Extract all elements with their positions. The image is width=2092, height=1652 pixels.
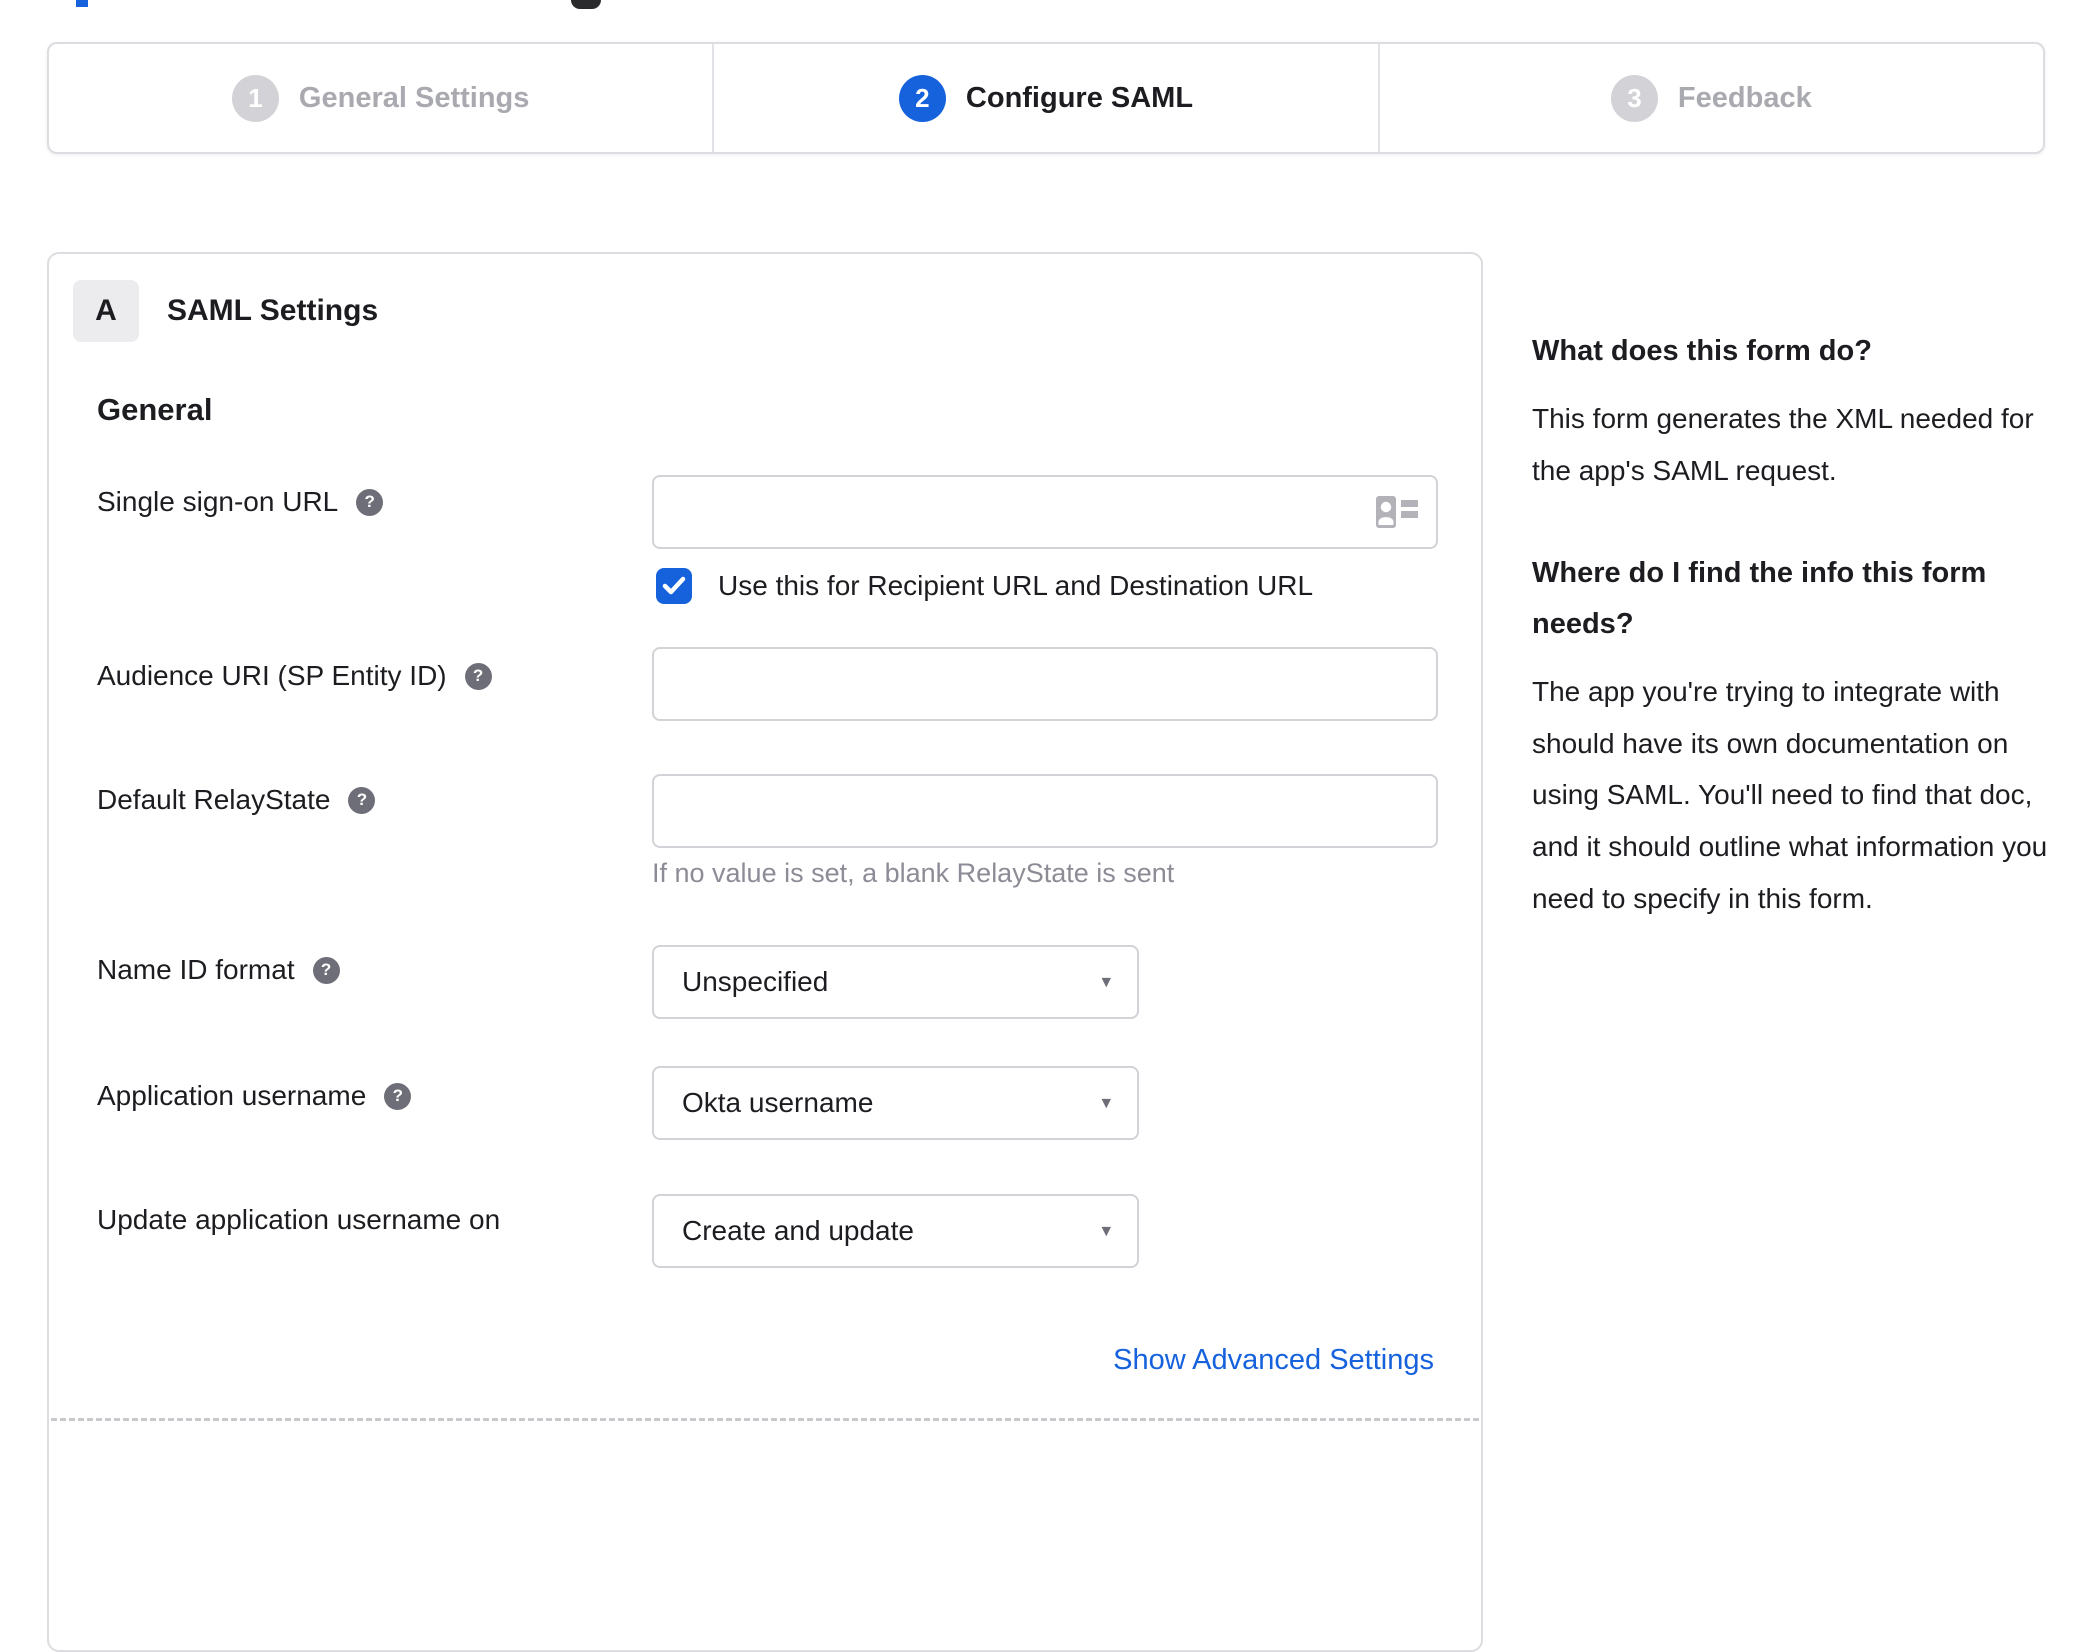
help-body-what: This form generates the XML needed for t…: [1532, 402, 2034, 486]
step-1-label: General Settings: [298, 81, 530, 114]
help-heading-where: Where do I find the info this form needs…: [1532, 557, 1987, 641]
help-heading-what: What does this form do?: [1532, 335, 1872, 367]
panel-header: A SAML Settings: [73, 280, 378, 342]
single-sign-on-url-help-icon[interactable]: ?: [356, 488, 384, 516]
application-username-label: Application username ?: [97, 1080, 412, 1112]
section-a-badge: A: [73, 280, 139, 342]
checkmark-icon: [662, 576, 686, 595]
step-2-badge: 2: [898, 74, 946, 122]
saml-settings-panel: A SAML Settings General Single sign-on U…: [47, 252, 1483, 1652]
cropped-header-icon: [571, 0, 601, 9]
update-application-username-select[interactable]: Create and update ▾: [652, 1194, 1139, 1268]
audience-uri-label: Audience URI (SP Entity ID) ?: [97, 660, 492, 692]
use-for-recipient-url-checkbox[interactable]: [656, 568, 692, 604]
show-advanced-settings-link[interactable]: Show Advanced Settings: [1113, 1344, 1434, 1377]
name-id-format-select[interactable]: Unspecified ▾: [652, 945, 1139, 1019]
step-configure-saml[interactable]: 2 Configure SAML: [712, 44, 1377, 152]
update-application-username-value: Create and update: [682, 1215, 914, 1246]
dropdown-arrow-icon: ▾: [1101, 1092, 1111, 1114]
name-id-format-value: Unspecified: [682, 966, 829, 997]
help-section-what: What does this form do? This form genera…: [1532, 326, 2067, 496]
audience-uri-help-icon[interactable]: ?: [464, 662, 492, 690]
help-body-where: The app you're trying to integrate with …: [1532, 675, 2048, 915]
general-section-heading: General: [97, 392, 213, 427]
advanced-section-divider: [51, 1418, 1479, 1421]
single-sign-on-url-field: [652, 475, 1438, 549]
application-username-value: Okta username: [682, 1087, 874, 1118]
step-3-label: Feedback: [1677, 81, 1812, 114]
help-sidebar: What does this form do? This form genera…: [1532, 326, 2067, 925]
default-relaystate-input[interactable]: [652, 774, 1438, 848]
step-2-label: Configure SAML: [965, 81, 1194, 114]
default-relaystate-help-icon[interactable]: ?: [348, 786, 376, 814]
name-id-format-label: Name ID format ?: [97, 954, 340, 986]
dropdown-arrow-icon: ▾: [1101, 1220, 1111, 1242]
step-feedback[interactable]: 3 Feedback: [1377, 44, 2043, 152]
dropdown-arrow-icon: ▾: [1101, 971, 1111, 993]
step-1-badge: 1: [231, 74, 279, 122]
default-relaystate-label: Default RelayState ?: [97, 784, 376, 816]
single-sign-on-url-input[interactable]: [652, 475, 1438, 549]
use-for-recipient-url-label: Use this for Recipient URL and Destinati…: [718, 570, 1314, 601]
application-username-help-icon[interactable]: ?: [384, 1082, 412, 1110]
step-3-badge: 3: [1610, 74, 1658, 122]
saml-configure-page: { "colors": { "accent_blue": "#1662dd", …: [0, 0, 2092, 1652]
cropped-page-fragment-blue: [76, 0, 88, 7]
application-username-select[interactable]: Okta username ▾: [652, 1066, 1139, 1140]
name-id-format-help-icon[interactable]: ?: [312, 956, 340, 984]
update-application-username-label: Update application username on: [97, 1204, 501, 1235]
single-sign-on-url-label: Single sign-on URL ?: [97, 486, 384, 518]
recipient-url-checkbox-row: Use this for Recipient URL and Destinati…: [656, 568, 1313, 604]
wizard-stepper: 1 General Settings 2 Configure SAML 3 Fe…: [47, 42, 2045, 154]
step-general-settings[interactable]: 1 General Settings: [49, 44, 712, 152]
audience-uri-input[interactable]: [652, 647, 1438, 721]
panel-title: SAML Settings: [167, 294, 379, 327]
help-section-where: Where do I find the info this form needs…: [1532, 548, 2067, 924]
default-relaystate-hint: If no value is set, a blank RelayState i…: [652, 858, 1175, 888]
